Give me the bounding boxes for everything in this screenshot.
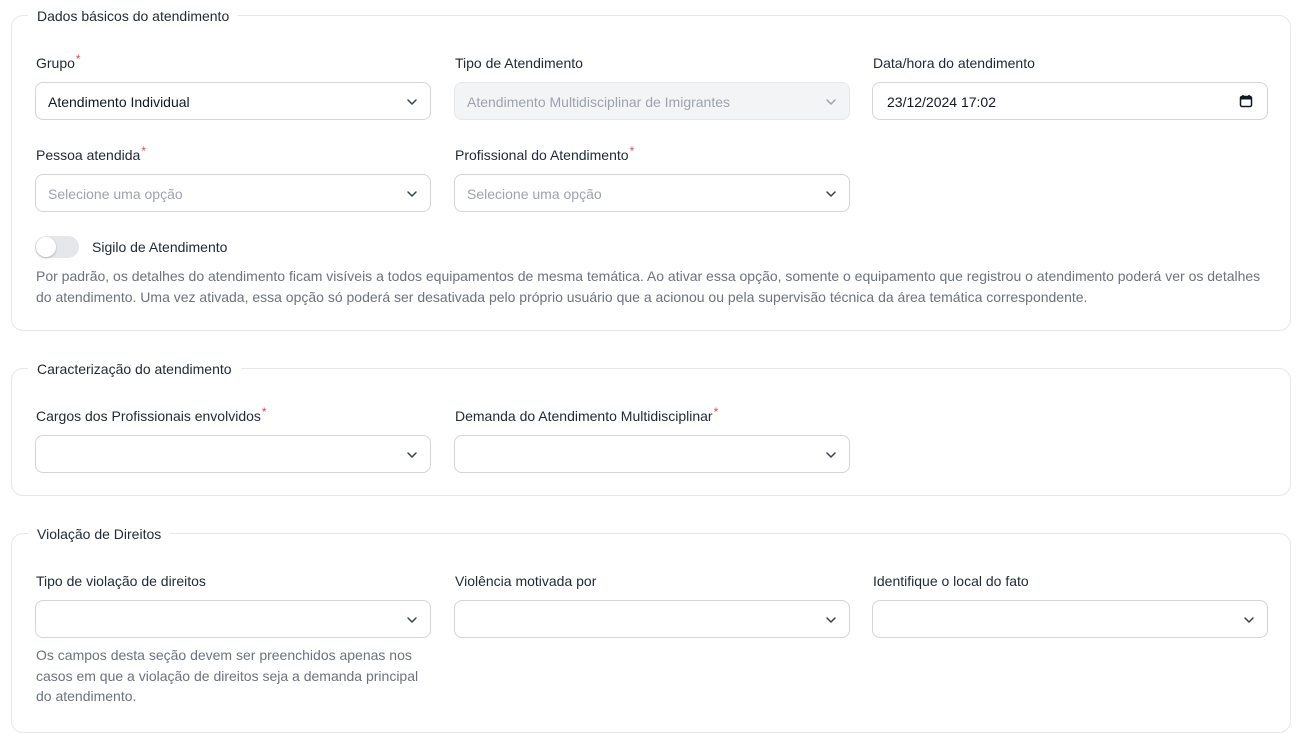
required-marker: * — [141, 144, 146, 158]
required-marker: * — [713, 405, 719, 419]
chevron-down-icon — [406, 449, 418, 461]
required-marker: * — [261, 405, 267, 419]
pessoa-atendida-label: Pessoa atendida* — [36, 144, 146, 163]
required-marker: * — [75, 52, 81, 66]
local-fato-label: Identifique o local do fato — [873, 573, 1029, 589]
datahora-value: 23/12/2024 17:02 — [887, 94, 996, 110]
local-fato-select[interactable] — [872, 600, 1268, 638]
grupo-value: Atendimento Individual — [48, 94, 190, 110]
pessoa-atendida-select[interactable]: Selecione uma opção — [35, 174, 431, 212]
grupo-label: Grupo* — [36, 52, 81, 71]
tipo-atendimento-value: Atendimento Multidisciplinar de Imigrant… — [467, 94, 731, 110]
violencia-select[interactable] — [454, 600, 850, 638]
chevron-down-icon — [406, 188, 418, 200]
demanda-label: Demanda do Atendimento Multidisciplinar* — [455, 405, 719, 424]
profissional-label: Profissional do Atendimento* — [455, 144, 635, 163]
chevron-down-icon — [825, 188, 837, 200]
grupo-select[interactable]: Atendimento Individual — [35, 82, 431, 120]
sigilo-help-text: Por padrão, os detalhes do atendimento f… — [36, 268, 1261, 305]
calendar-icon[interactable] — [1239, 94, 1253, 113]
tipo-atendimento-select: Atendimento Multidisciplinar de Imigrant… — [454, 82, 850, 120]
toggle-knob — [36, 237, 56, 257]
tipo-atendimento-label: Tipo de Atendimento — [455, 55, 583, 71]
cargos-label: Cargos dos Profissionais envolvidos* — [36, 405, 267, 424]
demanda-select[interactable] — [454, 435, 850, 473]
profissional-select[interactable]: Selecione uma opção — [454, 174, 850, 212]
section-caracterizacao: Caracterização do atendimento — [11, 360, 1291, 496]
datahora-input[interactable]: 23/12/2024 17:02 — [872, 82, 1268, 120]
sigilo-label: Sigilo de Atendimento — [92, 239, 228, 255]
chevron-down-icon — [1243, 614, 1255, 626]
tipo-violacao-label: Tipo de violação de direitos — [36, 573, 206, 589]
cargos-select[interactable] — [35, 435, 431, 473]
required-marker: * — [629, 144, 635, 158]
chevron-down-icon — [406, 614, 418, 626]
section-title-violacao: Violação de Direitos — [28, 525, 171, 543]
sigilo-toggle[interactable] — [35, 236, 79, 258]
chevron-down-icon — [406, 96, 418, 108]
section-title-caracterizacao: Caracterização do atendimento — [28, 360, 241, 378]
violacao-help-text: Os campos desta seção devem ser preenchi… — [36, 647, 419, 704]
chevron-down-icon — [825, 449, 837, 461]
chevron-down-icon — [825, 96, 837, 108]
pessoa-atendida-placeholder: Selecione uma opção — [48, 186, 183, 202]
tipo-violacao-select[interactable] — [35, 600, 431, 638]
violencia-label: Violência motivada por — [455, 573, 597, 589]
section-title-dados-basicos: Dados básicos do atendimento — [28, 7, 239, 25]
chevron-down-icon — [825, 614, 837, 626]
profissional-placeholder: Selecione uma opção — [467, 186, 602, 202]
datahora-label: Data/hora do atendimento — [873, 55, 1035, 71]
